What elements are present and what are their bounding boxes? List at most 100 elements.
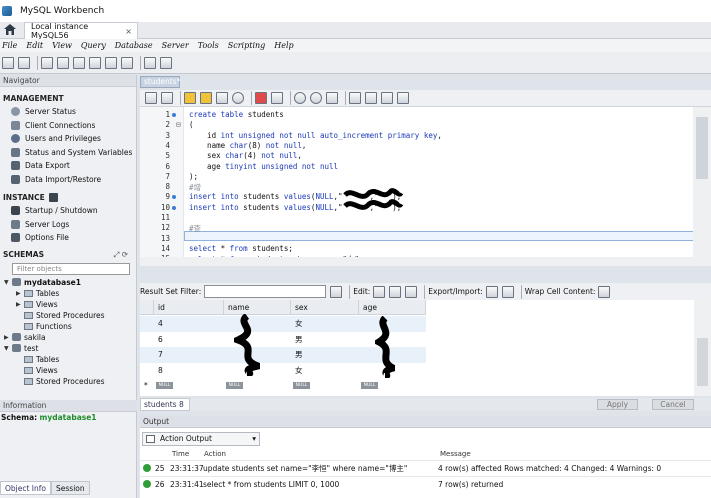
menu-database[interactable]: Database [115,41,153,50]
nav-client-connections[interactable]: Client Connections [0,119,136,133]
toggle-error-icon[interactable] [255,92,267,104]
search-table-data-icon[interactable] [144,56,156,69]
column-header-name[interactable]: name [224,300,291,315]
schema-tree-item[interactable]: ▼ mydatabase1 [0,277,136,288]
tab-session[interactable]: Session [51,481,90,495]
schema-tree-item[interactable]: Functions [0,321,136,332]
editor-horizontal-scrollbar[interactable] [140,257,693,266]
result-tab[interactable]: students 8 [140,398,190,411]
menu-help[interactable]: Help [274,41,293,50]
limit-rows-icon[interactable] [326,92,338,104]
stop-icon[interactable] [232,92,244,104]
cell-sex[interactable]: 男 [291,332,303,348]
schema-filter-input[interactable]: Filter objects [12,262,130,275]
column-header-age[interactable]: age [359,300,426,315]
fold-toggle-icon[interactable]: ⊟ [176,120,181,129]
commit-icon[interactable] [294,92,306,104]
cancel-button[interactable]: Cancel [652,399,694,410]
nav-server-logs[interactable]: Server Logs [0,218,136,232]
menu-server[interactable]: Server [162,41,189,50]
cell-sex[interactable]: 女 [291,363,303,379]
new-sql-tab-icon[interactable] [2,56,14,69]
output-row[interactable]: 26 23:31:41 select * from students LIMIT 0… [140,476,711,491]
close-icon[interactable]: × [125,27,132,36]
menu-tools[interactable]: Tools [198,41,219,50]
wrap-cell-icon[interactable] [598,285,611,298]
rollback-icon[interactable] [310,92,322,104]
schema-tree-item[interactable]: ▶ Tables [0,288,136,299]
home-icon[interactable] [4,24,16,35]
nav-data-export[interactable]: Data Export [0,159,136,173]
create-function-icon[interactable] [121,56,133,69]
collapsed-arrow-icon[interactable]: ▶ [16,299,24,310]
nav-users-privileges[interactable]: Users and Privileges [0,132,136,146]
line-number: 14 [160,243,170,253]
apply-button[interactable]: Apply [597,399,638,410]
cell-id[interactable]: 4 [154,316,163,332]
delete-row-icon[interactable] [405,285,418,298]
result-filter-input[interactable] [204,285,327,298]
import-icon[interactable] [501,285,514,298]
collapsed-arrow-icon[interactable]: ▶ [4,332,12,343]
expand-icon[interactable]: ⤢ ⟳ [113,248,128,261]
insert-row-icon[interactable] [389,285,402,298]
autocommit-icon[interactable] [271,92,283,104]
schema-tree-item[interactable]: Stored Procedures [0,376,136,387]
column-header-id[interactable]: id [154,300,224,315]
edit-row-icon[interactable] [373,285,386,298]
find-icon[interactable] [365,92,377,104]
create-procedure-icon[interactable] [105,56,117,69]
menu-edit[interactable]: Edit [26,41,43,50]
cell-id[interactable]: 6 [154,332,163,348]
schema-tree-item[interactable]: ▼ test [0,343,136,354]
create-view-icon[interactable] [89,56,101,69]
collapsed-arrow-icon[interactable]: ▶ [16,288,24,299]
execute-icon[interactable] [184,92,196,104]
expanded-arrow-icon[interactable]: ▼ [4,343,12,354]
menu-view[interactable]: View [52,41,72,50]
explain-icon[interactable] [216,92,228,104]
cell-id[interactable]: 7 [154,347,163,363]
create-schema-icon[interactable] [57,56,69,69]
nav-data-import[interactable]: Data Import/Restore [0,173,136,187]
nav-server-status[interactable]: Server Status [0,105,136,119]
reconnect-icon[interactable] [160,56,172,69]
open-inspector-icon[interactable] [41,56,53,69]
schema-tree-item[interactable]: ▶ Views [0,299,136,310]
schema-tree-item[interactable]: ▶ sakila [0,332,136,343]
open-file-icon[interactable] [145,92,157,104]
current-line-highlight [184,231,694,241]
output-row[interactable]: 25 23:31:37 update students set name="李恒" … [140,460,711,475]
menu-file[interactable]: File [2,41,17,50]
connection-tab[interactable]: Local instance MySQL56 × [24,22,138,40]
cell-sex[interactable]: 女 [291,316,303,332]
action-output-select[interactable]: Action Output ▾ [142,432,260,446]
column-header-sex[interactable]: sex [291,300,359,315]
beautify-icon[interactable] [349,92,361,104]
export-icon[interactable] [485,285,498,298]
nav-status-variables[interactable]: Status and System Variables [0,146,136,160]
nav-options-file[interactable]: Options File [0,231,136,245]
expanded-arrow-icon[interactable]: ▼ [4,277,12,288]
grid-scroll-thumb[interactable] [697,338,708,386]
cell-sex[interactable]: 男 [291,347,303,363]
sql-editor[interactable]: 123456789101112131415 create table stude… [140,107,711,266]
schema-tree-item[interactable]: Tables [0,354,136,365]
editor-scroll-thumb[interactable] [696,117,708,179]
refresh-icon[interactable] [330,285,343,298]
create-table-icon[interactable] [73,56,85,69]
wrap-lines-icon[interactable] [397,92,409,104]
cell-id[interactable]: 8 [154,363,163,379]
query-tab[interactable]: students* [140,76,180,88]
open-sql-script-icon[interactable] [18,56,30,69]
menu-query[interactable]: Query [81,41,106,50]
schema-tree-item[interactable]: Stored Procedures [0,310,136,321]
schema-tree-item[interactable]: Views [0,365,136,376]
new-row[interactable]: * NULL NULL NULL NULL [140,378,426,394]
invisible-chars-icon[interactable] [381,92,393,104]
save-icon[interactable] [161,92,173,104]
execute-current-icon[interactable] [200,92,212,104]
menu-scripting[interactable]: Scripting [228,41,266,50]
nav-startup-shutdown[interactable]: Startup / Shutdown [0,204,136,218]
tab-object-info[interactable]: Object Info [0,481,52,495]
